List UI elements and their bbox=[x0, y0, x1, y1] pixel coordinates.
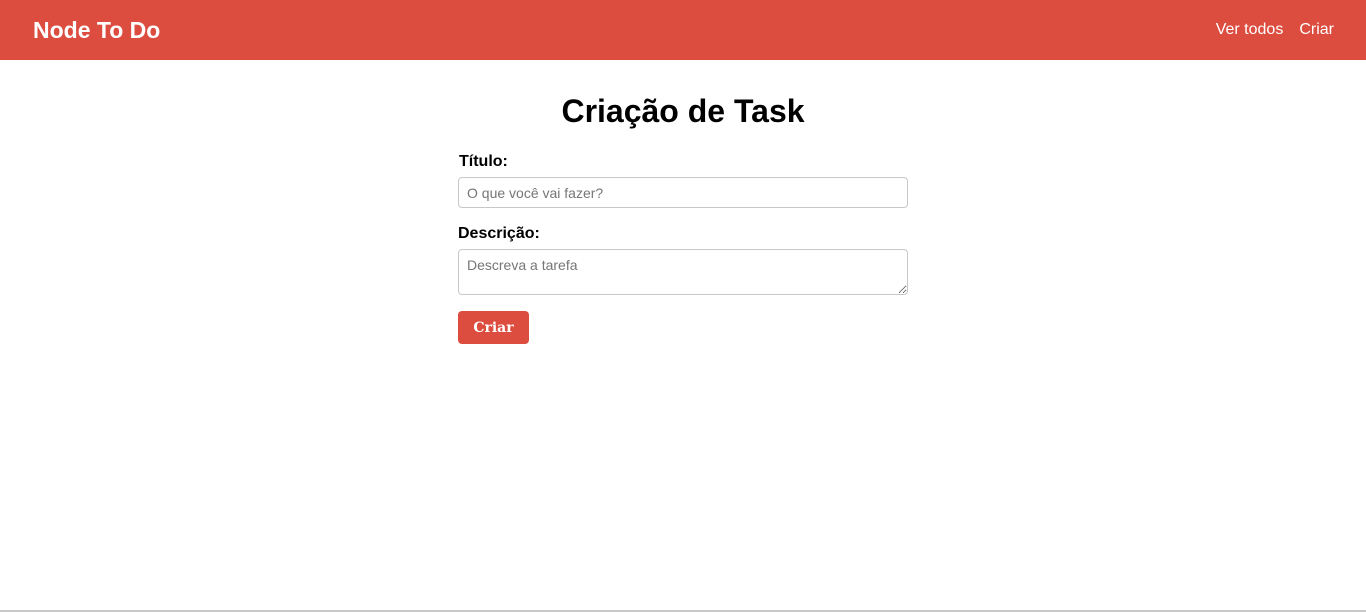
main-content: Criação de Task Título: Descrição: Criar bbox=[0, 60, 1366, 610]
create-task-form: Título: Descrição: Criar bbox=[458, 152, 908, 344]
nav-link-ver-todos[interactable]: Ver todos bbox=[1216, 21, 1284, 39]
description-textarea[interactable] bbox=[458, 249, 908, 295]
page-title: Criação de Task bbox=[561, 93, 805, 129]
title-label: Título: bbox=[459, 153, 508, 170]
create-button[interactable]: Criar bbox=[458, 311, 529, 344]
nav-links: Ver todos Criar bbox=[1216, 21, 1334, 39]
brand-link[interactable]: Node To Do bbox=[33, 17, 160, 44]
description-label: Descrição: bbox=[458, 225, 540, 242]
nav-link-criar[interactable]: Criar bbox=[1299, 21, 1334, 39]
title-input[interactable] bbox=[458, 177, 908, 208]
navbar: Node To Do Ver todos Criar bbox=[0, 0, 1366, 60]
